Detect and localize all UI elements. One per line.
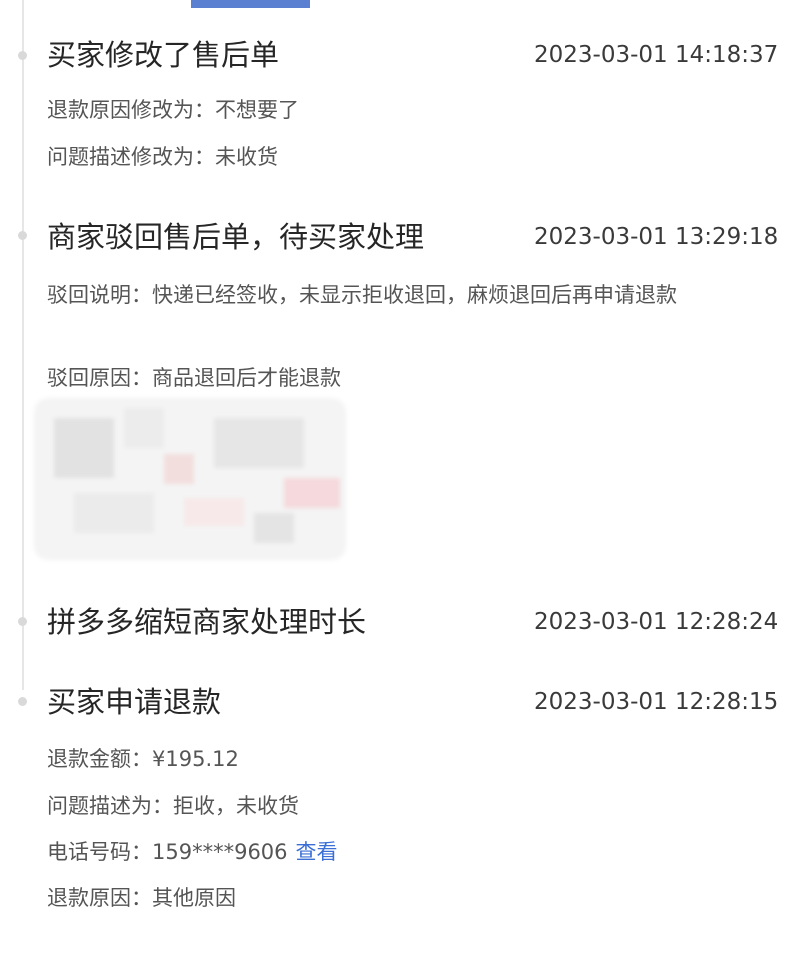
timeline-line [22,0,24,690]
detail-value: 159****9606 [152,840,288,864]
event-detail: 问题描述修改为：未收货 [47,139,792,175]
detail-label: 问题描述为： [47,794,173,818]
detail-label: 退款原因修改为： [47,98,215,122]
event-detail: 退款金额：¥195.12 [47,741,792,777]
event-detail: 电话号码：159****9606 查看 [47,834,792,870]
detail-label: 驳回原因： [47,366,152,390]
event-title: 拼多多缩短商家处理时长 [47,605,367,639]
detail-label: 问题描述修改为： [47,145,215,169]
timeline-dot-icon [18,697,27,706]
detail-value: 商品退回后才能退款 [152,366,341,390]
event-detail: 退款原因：其他原因 [47,880,792,916]
event-title: 买家申请退款 [47,685,222,719]
event-title: 买家修改了售后单 [47,38,280,72]
event-detail: 驳回说明：快递已经签收，未显示拒收退回，麻烦退回后再申请退款 [47,277,792,313]
event-time: 2023-03-01 12:28:24 [534,609,779,635]
event-time: 2023-03-01 14:18:37 [534,42,779,68]
detail-value: 其他原因 [152,886,236,910]
timeline-dot-icon [18,51,27,60]
detail-value: ¥195.12 [152,747,239,771]
active-tab-indicator [191,0,310,8]
detail-value: 未收货 [215,145,278,169]
detail-label: 驳回说明： [47,283,152,307]
detail-label: 退款原因： [47,886,152,910]
detail-value: 拒收，未收货 [173,794,299,818]
detail-value: 不想要了 [215,98,299,122]
blurred-image [34,398,346,560]
event-detail: 驳回原因：商品退回后才能退款 [47,360,792,396]
view-phone-link[interactable]: 查看 [296,840,338,864]
detail-value: 快递已经签收，未显示拒收退回，麻烦退回后再申请退款 [152,283,677,307]
event-detail: 问题描述为：拒收，未收货 [47,788,792,824]
detail-label: 电话号码： [47,840,152,864]
event-time: 2023-03-01 13:29:18 [534,224,779,250]
event-detail: 退款原因修改为：不想要了 [47,92,792,128]
timeline-dot-icon [18,231,27,240]
event-time: 2023-03-01 12:28:15 [534,689,779,715]
event-title: 商家驳回售后单，待买家处理 [47,220,425,254]
detail-label: 退款金额： [47,747,152,771]
timeline-dot-icon [18,617,27,626]
